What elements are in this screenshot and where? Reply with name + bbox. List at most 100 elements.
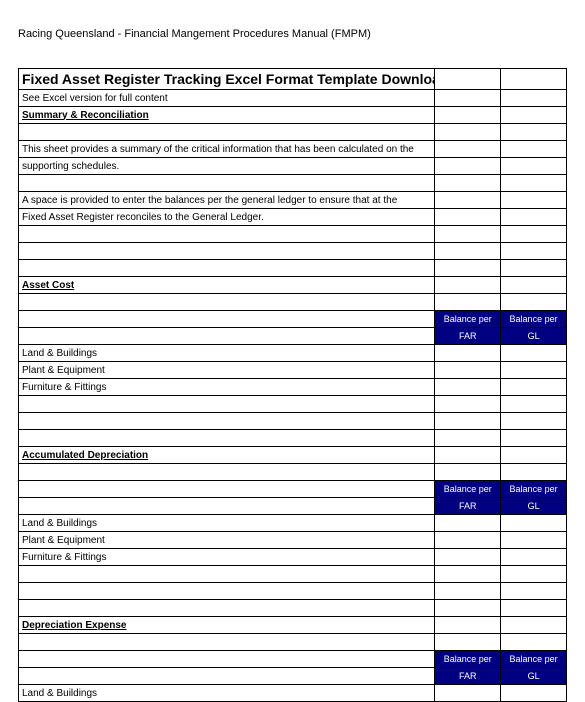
empty-cell (19, 294, 435, 311)
empty-cell (19, 634, 435, 651)
balance-per-far-label: Balance per (435, 481, 501, 498)
empty-cell (501, 413, 567, 430)
empty-row (19, 413, 567, 430)
empty-cell (435, 617, 501, 634)
value-cell (501, 345, 567, 362)
empty-cell (435, 447, 501, 464)
empty-cell (19, 311, 435, 328)
empty-cell (435, 464, 501, 481)
furniture-fittings-label: Furniture & Fittings (19, 549, 435, 566)
empty-cell (435, 243, 501, 260)
empty-row (19, 464, 567, 481)
empty-row (19, 634, 567, 651)
value-cell (501, 532, 567, 549)
empty-cell (19, 583, 435, 600)
balance-header-row2: FAR GL (19, 328, 567, 345)
value-cell (435, 362, 501, 379)
empty-cell (19, 260, 435, 277)
empty-cell (435, 277, 501, 294)
section-accdep-row: Accumulated Depreciation (19, 447, 567, 464)
land-buildings-label: Land & Buildings (19, 515, 435, 532)
empty-cell (501, 566, 567, 583)
empty-cell (19, 600, 435, 617)
value-cell (435, 685, 501, 702)
empty-row (19, 226, 567, 243)
empty-cell (19, 396, 435, 413)
title-cell: Fixed Asset Register Tracking Excel Form… (19, 69, 435, 90)
empty-cell (501, 243, 567, 260)
item-row: Furniture & Fittings (19, 549, 567, 566)
empty-cell (435, 430, 501, 447)
value-cell (501, 379, 567, 396)
empty-cell (435, 124, 501, 141)
empty-cell (501, 617, 567, 634)
empty-cell (435, 175, 501, 192)
empty-cell (19, 175, 435, 192)
balance-per-far-label: Balance per (435, 311, 501, 328)
value-cell (501, 362, 567, 379)
empty-cell (19, 413, 435, 430)
empty-row (19, 396, 567, 413)
empty-row (19, 243, 567, 260)
section-assetcost-row: Asset Cost (19, 277, 567, 294)
empty-cell (435, 69, 501, 90)
empty-cell (501, 90, 567, 107)
empty-cell (435, 158, 501, 175)
empty-cell (435, 396, 501, 413)
far-label: FAR (435, 328, 501, 345)
section-depexpense: Depreciation Expense (19, 617, 435, 634)
empty-cell (19, 651, 435, 668)
empty-cell (435, 294, 501, 311)
empty-cell (435, 192, 501, 209)
balance-header-row1: Balance per Balance per (19, 651, 567, 668)
empty-cell (501, 226, 567, 243)
empty-cell (501, 464, 567, 481)
empty-cell (501, 158, 567, 175)
balance-header-row1: Balance per Balance per (19, 481, 567, 498)
value-cell (435, 532, 501, 549)
empty-cell (19, 668, 435, 685)
empty-cell (19, 243, 435, 260)
item-row: Plant & Equipment (19, 362, 567, 379)
desc-row: A space is provided to enter the balance… (19, 192, 567, 209)
item-row: Land & Buildings (19, 685, 567, 702)
section-summary-row: Summary & Reconciliation (19, 107, 567, 124)
balance-per-gl-label: Balance per (501, 651, 567, 668)
empty-cell (435, 566, 501, 583)
balance-header-row1: Balance per Balance per (19, 311, 567, 328)
value-cell (435, 549, 501, 566)
empty-cell (19, 226, 435, 243)
desc-row: This sheet provides a summary of the cri… (19, 141, 567, 158)
empty-cell (501, 209, 567, 226)
desc-line4: Fixed Asset Register reconciles to the G… (19, 209, 435, 226)
desc-row: supporting schedules. (19, 158, 567, 175)
empty-row (19, 294, 567, 311)
empty-row (19, 566, 567, 583)
empty-cell (19, 566, 435, 583)
empty-row (19, 175, 567, 192)
empty-cell (501, 124, 567, 141)
empty-cell (19, 124, 435, 141)
empty-row (19, 583, 567, 600)
empty-cell (435, 600, 501, 617)
desc-row: Fixed Asset Register reconciles to the G… (19, 209, 567, 226)
empty-cell (435, 226, 501, 243)
value-cell (435, 345, 501, 362)
item-row: Land & Buildings (19, 345, 567, 362)
empty-cell (19, 328, 435, 345)
asset-register-table: Fixed Asset Register Tracking Excel Form… (18, 68, 567, 702)
empty-cell (435, 209, 501, 226)
subtitle-row: See Excel version for full content (19, 90, 567, 107)
empty-row (19, 260, 567, 277)
section-depexpense-row: Depreciation Expense (19, 617, 567, 634)
gl-label: GL (501, 328, 567, 345)
empty-cell (501, 294, 567, 311)
empty-cell (435, 260, 501, 277)
desc-line1: This sheet provides a summary of the cri… (19, 141, 435, 158)
balance-per-gl-label: Balance per (501, 481, 567, 498)
desc-line2: supporting schedules. (19, 158, 435, 175)
desc-line3: A space is provided to enter the balance… (19, 192, 435, 209)
empty-row (19, 430, 567, 447)
empty-cell (435, 90, 501, 107)
land-buildings-label: Land & Buildings (19, 685, 435, 702)
